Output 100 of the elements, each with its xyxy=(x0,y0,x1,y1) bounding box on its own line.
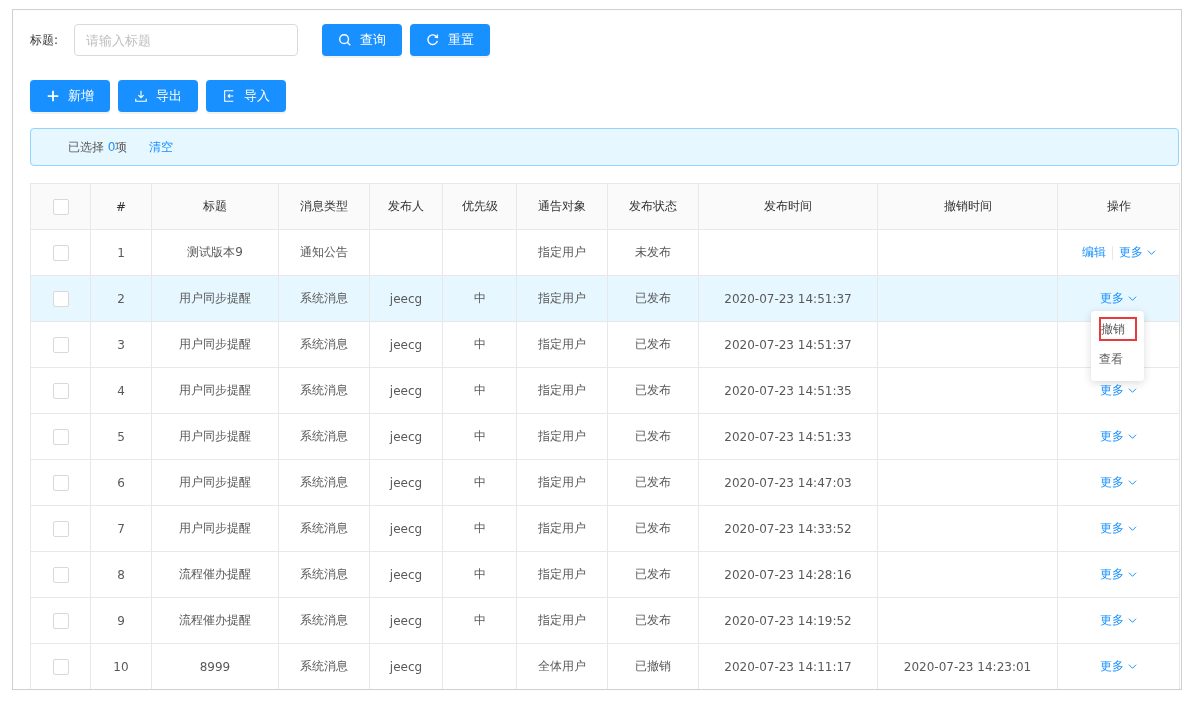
table-cell: 系统消息 xyxy=(300,291,348,305)
table-cell: 3 xyxy=(117,337,125,352)
table-row[interactable]: 4 用户同步提醒 系统消息 jeecg 中 指定用户 已发布 2020-07-23 14:51:35 更多 xyxy=(30,367,1180,414)
import-button[interactable]: 导入 xyxy=(206,80,286,112)
export-button[interactable]: 导出 xyxy=(118,80,198,112)
column-header: 消息类型 xyxy=(278,183,370,230)
title-input[interactable]: 请输入标题 xyxy=(74,24,298,56)
more-dropdown-link[interactable]: 更多 xyxy=(1100,382,1137,399)
table-cell: 指定用户 xyxy=(538,521,586,535)
table-cell: 系统消息 xyxy=(300,383,348,397)
add-button[interactable]: 新增 xyxy=(30,80,110,112)
table-cell: 指定用户 xyxy=(538,383,586,397)
table-cell: 2020-07-23 14:51:35 xyxy=(724,383,852,398)
table-cell: 9 xyxy=(117,613,125,628)
table-row[interactable]: 2 用户同步提醒 系统消息 jeecg 中 指定用户 已发布 2020-07-23 14:51:37 更多 xyxy=(30,275,1180,322)
edit-link[interactable]: 编辑 xyxy=(1081,245,1106,259)
column-header: 优先级 xyxy=(442,183,517,230)
table-cell: 1 xyxy=(117,245,125,260)
table-cell: 已发布 xyxy=(635,475,671,489)
table-cell: 系统消息 xyxy=(300,337,348,351)
table-cell: 已发布 xyxy=(635,521,671,535)
table-cell: 中 xyxy=(473,291,486,305)
table-cell: 中 xyxy=(473,613,486,627)
table-cell: jeecg xyxy=(389,337,423,352)
more-dropdown-link[interactable]: 更多 xyxy=(1100,520,1137,537)
more-dropdown-link[interactable]: 更多 xyxy=(1100,658,1137,675)
more-dropdown-link[interactable]: 更多 xyxy=(1118,244,1156,261)
column-header: # xyxy=(90,183,152,230)
table-row[interactable]: 1 测试版本9 通知公告 指定用户 未发布 编辑 更多 xyxy=(30,229,1180,276)
table-cell: 指定用户 xyxy=(538,567,586,581)
table-cell: 2020-07-23 14:28:16 xyxy=(724,567,852,582)
table-cell: 已发布 xyxy=(635,567,671,581)
table-cell: 系统消息 xyxy=(300,613,348,627)
table-cell: jeecg xyxy=(389,429,423,444)
column-header: 发布状态 xyxy=(607,183,699,230)
table-cell: 用户同步提醒 xyxy=(179,475,251,489)
table-cell: 指定用户 xyxy=(538,245,586,259)
more-dropdown-link[interactable]: 更多 xyxy=(1100,290,1137,307)
table-cell: 2020-07-23 14:47:03 xyxy=(724,475,852,490)
table-cell: jeecg xyxy=(389,383,423,398)
table-cell: 系统消息 xyxy=(300,567,348,581)
table-cell: 2020-07-23 14:51:37 xyxy=(724,291,852,306)
table-cell: 指定用户 xyxy=(538,337,586,351)
table-cell: 2020-07-23 14:51:37 xyxy=(724,337,852,352)
table-cell: 系统消息 xyxy=(300,429,348,443)
field-label: 标题: xyxy=(30,31,60,49)
table-row[interactable]: 6 用户同步提醒 系统消息 jeecg 中 指定用户 已发布 2020-07-23 14:47:03 更多 xyxy=(30,459,1180,506)
table-cell: jeecg xyxy=(389,567,423,582)
table-cell: 已撤销 xyxy=(635,659,671,673)
table-row[interactable]: 9 流程催办提醒 系统消息 jeecg 中 指定用户 已发布 2020-07-23 14:19:52 更多 xyxy=(30,597,1180,644)
table-cell: 测试版本9 xyxy=(187,245,243,259)
table-cell: 7 xyxy=(117,521,125,536)
table-cell: 中 xyxy=(473,475,486,489)
table-cell: 8999 xyxy=(199,659,231,674)
table-cell: 5 xyxy=(117,429,125,444)
table-cell: 指定用户 xyxy=(538,613,586,627)
table-cell: 通知公告 xyxy=(300,245,348,259)
table-cell: 8 xyxy=(117,567,125,582)
table-cell: 2 xyxy=(117,291,125,306)
menu-item[interactable]: 撤销 xyxy=(1098,317,1137,341)
table-cell: 6 xyxy=(117,475,125,490)
table-cell: 已发布 xyxy=(635,291,671,305)
table-row[interactable]: 8 流程催办提醒 系统消息 jeecg 中 指定用户 已发布 2020-07-23 14:28:16 更多 xyxy=(30,551,1180,598)
table-row[interactable]: 10 8999 系统消息 jeecg 全体用户 已撤销 2020-07-23 14:11:17 2020-07-23 14:23:01 更多 xyxy=(30,643,1180,689)
table-cell: 系统消息 xyxy=(300,475,348,489)
table-cell: 系统消息 xyxy=(300,521,348,535)
reset-button[interactable]: 重置 xyxy=(410,24,490,56)
table-cell: 中 xyxy=(473,521,486,535)
column-header: 标题 xyxy=(151,183,279,230)
table-cell: 中 xyxy=(473,429,486,443)
table-cell: 中 xyxy=(473,337,486,351)
table-cell: 2020-07-23 14:19:52 xyxy=(724,613,852,628)
table-cell: 已发布 xyxy=(635,613,671,627)
more-dropdown-link[interactable]: 更多 xyxy=(1100,474,1137,491)
table-cell: jeecg xyxy=(389,475,423,490)
table-row[interactable]: 7 用户同步提醒 系统消息 jeecg 中 指定用户 已发布 2020-07-23 14:33:52 更多 xyxy=(30,505,1180,552)
table-cell: 全体用户 xyxy=(538,659,586,673)
table-cell: 4 xyxy=(117,383,125,398)
more-dropdown-link[interactable]: 更多 xyxy=(1100,612,1137,629)
table-cell: 已发布 xyxy=(635,383,671,397)
column-header: 发布时间 xyxy=(698,183,878,230)
more-dropdown-link[interactable]: 更多 xyxy=(1100,566,1137,583)
table-cell: 用户同步提醒 xyxy=(179,521,251,535)
table-cell: 用户同步提醒 xyxy=(179,337,251,351)
table-row[interactable]: 5 用户同步提醒 系统消息 jeecg 中 指定用户 已发布 2020-07-23 14:51:33 更多 xyxy=(30,413,1180,460)
table-cell: 用户同步提醒 xyxy=(179,429,251,443)
clear-link[interactable]: 清空 xyxy=(149,138,174,156)
table-cell: 用户同步提醒 xyxy=(179,383,251,397)
table-cell: 指定用户 xyxy=(538,475,586,489)
table-cell: jeecg xyxy=(389,613,423,628)
more-dropdown-link[interactable]: 更多 xyxy=(1100,428,1137,445)
table-cell: 用户同步提醒 xyxy=(179,291,251,305)
search-button[interactable]: 查询 xyxy=(322,24,402,56)
column-header: 发布人 xyxy=(369,183,443,230)
table-cell: 10 xyxy=(113,659,129,674)
table-cell: 2020-07-23 14:33:52 xyxy=(724,521,852,536)
column-header: 操作 xyxy=(1057,183,1180,230)
column-header: 通告对象 xyxy=(516,183,608,230)
table-cell: 已发布 xyxy=(635,337,671,351)
table-cell: jeecg xyxy=(389,291,423,306)
